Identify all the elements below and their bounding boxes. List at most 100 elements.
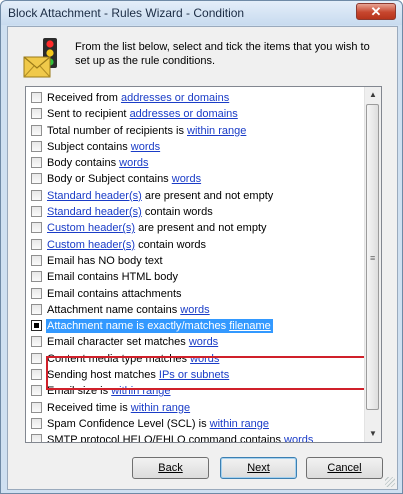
condition-link[interactable]: Standard header(s) — [47, 190, 142, 202]
condition-checkbox[interactable] — [31, 320, 42, 332]
resize-grip[interactable] — [385, 477, 395, 487]
condition-item[interactable]: Standard header(s) contain words — [26, 204, 366, 220]
title-bar[interactable]: Block Attachment - Rules Wizard - Condit… — [1, 1, 402, 25]
next-button[interactable]: Next — [220, 457, 297, 479]
condition-label: Spam Confidence Level (SCL) is within ra… — [47, 417, 269, 431]
condition-item[interactable]: Sent to recipient addresses or domains — [26, 106, 366, 122]
condition-text: Body contains — [47, 157, 120, 170]
condition-item[interactable]: Received time is within range — [26, 400, 366, 416]
condition-text-after: contain words — [135, 238, 206, 251]
condition-label: Email character set matches words — [47, 335, 218, 349]
condition-checkbox[interactable] — [31, 92, 42, 103]
condition-link[interactable]: filename — [229, 320, 271, 332]
condition-item[interactable]: SMTP protocol HELO/EHLO command contains… — [26, 432, 366, 443]
condition-checkbox[interactable] — [31, 108, 42, 120]
condition-text-after: contain words — [141, 206, 213, 219]
condition-text: Attachment name contains — [47, 303, 181, 316]
condition-checkbox[interactable] — [31, 385, 42, 397]
condition-checkbox[interactable] — [31, 206, 42, 218]
scroll-down-icon[interactable]: ▼ — [365, 426, 381, 442]
condition-label: Body contains words — [47, 156, 149, 170]
condition-link[interactable]: within range — [131, 402, 190, 414]
close-button[interactable]: ✕ — [356, 3, 396, 20]
condition-checkbox[interactable] — [31, 222, 42, 234]
conditions-list[interactable]: Received from addresses or domains Sent t… — [25, 86, 382, 443]
condition-link[interactable]: addresses or domains — [121, 92, 229, 104]
condition-item[interactable]: Standard header(s) are present and not e… — [26, 188, 366, 204]
condition-checkbox[interactable] — [31, 189, 42, 201]
condition-checkbox[interactable] — [31, 173, 42, 185]
condition-text: Received from — [47, 92, 121, 104]
scroll-thumb[interactable]: ≡ — [366, 104, 379, 410]
condition-link[interactable]: addresses or domains — [130, 108, 238, 120]
condition-item[interactable]: Received from addresses or domains — [26, 90, 366, 106]
traffic-light-envelope-icon — [23, 38, 57, 78]
condition-link[interactable]: Custom header(s) — [47, 222, 135, 234]
condition-link[interactable]: Standard header(s) — [47, 206, 142, 218]
condition-label: Sent to recipient addresses or domains — [47, 107, 238, 121]
back-button[interactable]: Back — [132, 457, 209, 479]
condition-label: Body or Subject contains words — [47, 172, 201, 186]
condition-label: Subject contains words — [47, 140, 160, 154]
condition-checkbox[interactable] — [31, 157, 42, 169]
condition-checkbox[interactable] — [31, 124, 42, 136]
scroll-up-icon[interactable]: ▲ — [365, 87, 381, 103]
condition-text: Sent to recipient — [47, 108, 130, 121]
condition-link[interactable]: words — [131, 141, 160, 153]
condition-item[interactable]: Subject contains words — [26, 139, 366, 155]
condition-checkbox[interactable] — [31, 238, 42, 250]
condition-item[interactable]: Attachment name is exactly/matches filen… — [26, 318, 366, 334]
condition-item[interactable]: Email has NO body text — [26, 253, 366, 269]
condition-text: Total number of recipients is — [47, 124, 188, 137]
cancel-button[interactable]: Cancel — [306, 457, 383, 479]
condition-label: Received time is within range — [47, 401, 190, 415]
condition-text-after: are present and not empty — [141, 189, 274, 202]
condition-link[interactable]: words — [119, 157, 148, 169]
condition-link[interactable]: words — [180, 304, 209, 316]
condition-item[interactable]: Email character set matches words — [26, 334, 366, 350]
condition-checkbox[interactable] — [31, 417, 42, 429]
condition-checkbox[interactable] — [31, 303, 42, 315]
condition-item[interactable]: Custom header(s) are present and not emp… — [26, 220, 366, 236]
condition-checkbox[interactable] — [31, 140, 42, 152]
condition-label: Custom header(s) are present and not emp… — [47, 221, 267, 235]
condition-checkbox[interactable] — [31, 336, 42, 348]
condition-label: Attachment name is exactly/matches filen… — [46, 319, 273, 334]
condition-item[interactable]: Body contains words — [26, 155, 366, 171]
condition-text: Attachment name is exactly/matches — [47, 320, 230, 333]
condition-text: Subject contains — [47, 140, 131, 153]
condition-checkbox[interactable] — [31, 434, 42, 442]
condition-item[interactable]: Attachment name contains words — [26, 302, 366, 318]
condition-item[interactable]: Custom header(s) contain words — [26, 237, 366, 253]
condition-label: Email contains attachments — [47, 287, 182, 301]
condition-link[interactable]: Custom header(s) — [47, 239, 135, 251]
condition-item[interactable]: Body or Subject contains words — [26, 171, 366, 187]
condition-text-after: are present and not empty — [135, 222, 267, 235]
condition-checkbox[interactable] — [31, 271, 42, 283]
condition-link[interactable]: within range — [187, 125, 246, 137]
wizard-window: Block Attachment - Rules Wizard - Condit… — [0, 0, 403, 494]
condition-checkbox[interactable] — [31, 254, 42, 266]
condition-item[interactable]: Spam Confidence Level (SCL) is within ra… — [26, 416, 366, 432]
condition-checkbox[interactable] — [31, 369, 42, 381]
condition-item[interactable]: Total number of recipients is within ran… — [26, 123, 366, 139]
condition-link[interactable]: within range — [210, 418, 269, 430]
condition-link[interactable]: words — [172, 173, 201, 185]
condition-checkbox[interactable] — [31, 401, 42, 413]
condition-text: Body or Subject contains — [47, 173, 172, 186]
wizard-content: From the list below, select and tick the… — [7, 26, 398, 490]
condition-link[interactable]: words — [189, 336, 218, 348]
condition-item[interactable]: Email contains HTML body — [26, 269, 366, 285]
condition-label: Custom header(s) contain words — [47, 238, 206, 252]
condition-checkbox[interactable] — [31, 287, 42, 299]
vertical-scrollbar[interactable]: ▲ ≡ ▼ — [364, 87, 381, 442]
grip-icon: ≡ — [370, 253, 376, 263]
condition-item[interactable]: Email contains attachments — [26, 286, 366, 302]
condition-label: SMTP protocol HELO/EHLO command contains… — [47, 433, 313, 443]
condition-text: Email contains HTML body — [47, 271, 179, 284]
condition-link[interactable]: words — [284, 434, 313, 442]
instruction-text: From the list below, select and tick the… — [75, 41, 370, 67]
condition-text: SMTP protocol HELO/EHLO command contains — [47, 434, 285, 443]
condition-text: Email character set matches — [47, 336, 189, 349]
condition-checkbox[interactable] — [31, 352, 42, 364]
